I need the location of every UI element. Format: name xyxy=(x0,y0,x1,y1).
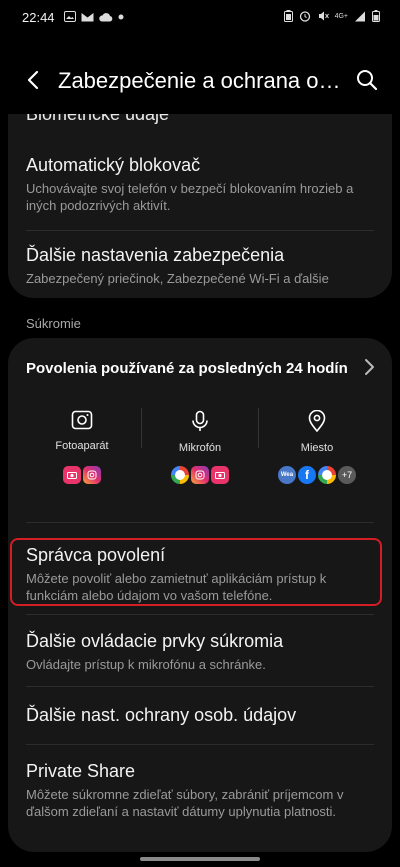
divider xyxy=(26,744,374,745)
status-bar: 22:44 4G+ xyxy=(0,0,400,34)
microphone-apps xyxy=(142,466,258,484)
item-subtitle: Môžete súkromne zdieľať súbory, zabrániť… xyxy=(26,787,344,819)
cloud-notification-icon xyxy=(99,12,113,21)
instagram-app-icon xyxy=(83,466,101,484)
battery-icon xyxy=(372,10,380,22)
item-subtitle: Ovládajte prístup k mikrofónu a schránke… xyxy=(26,657,266,672)
navigation-handle[interactable] xyxy=(140,857,260,861)
dot-notification-icon xyxy=(118,14,124,19)
item-title: Ďalšie nast. ochrany osob. údajov xyxy=(26,705,297,725)
permissions-used-24h-row[interactable]: Povolenia používané za posledných 24 hod… xyxy=(8,338,392,398)
section-header-privacy: Súkromie xyxy=(26,316,81,331)
permission-label: Miesto xyxy=(300,442,334,454)
location-apps: Wea f +7 xyxy=(259,466,375,484)
item-title: Ďalšie nastavenia zabezpečenia xyxy=(26,245,285,265)
app-bar: Zabezpečenie a ochrana osob... xyxy=(0,56,400,106)
camera-icon xyxy=(71,410,93,430)
item-title: Ďalšie ovládacie prvky súkromia xyxy=(26,631,284,651)
divider xyxy=(26,686,374,687)
google-app-icon xyxy=(318,466,336,484)
divider xyxy=(26,230,374,231)
divider xyxy=(26,522,374,523)
gmail-notification-icon xyxy=(81,12,94,21)
signal-icon xyxy=(355,11,365,21)
item-title: Private Share xyxy=(26,761,136,781)
permission-microphone[interactable]: Mikrofón xyxy=(142,410,258,454)
more-privacy-controls-item[interactable]: Ďalšie ovládacie prvky súkromia Ovládajt… xyxy=(26,630,376,673)
more-security-settings-item[interactable]: Ďalšie nastavenia zabezpečenia Zabezpeče… xyxy=(26,244,376,287)
security-card: Biometrické údaje Automatický blokovač U… xyxy=(8,114,392,298)
back-icon[interactable] xyxy=(22,68,46,92)
divider xyxy=(26,614,374,615)
permission-manager-item[interactable]: Správca povolení Môžete povoliť alebo za… xyxy=(26,544,376,604)
item-subtitle: Uchovávajte svoj telefón v bezpečí bloko… xyxy=(26,181,354,213)
private-share-item[interactable]: Private Share Môžete súkromne zdieľať sú… xyxy=(26,760,376,820)
more-privacy-settings-item[interactable]: Ďalšie nast. ochrany osob. údajov xyxy=(26,704,376,726)
permission-location[interactable]: Miesto xyxy=(259,410,375,454)
more-apps-count: +7 xyxy=(338,466,356,484)
microphone-icon xyxy=(192,410,208,431)
samsung-camera-app-icon xyxy=(63,466,81,484)
permission-camera[interactable]: Fotoaparát xyxy=(24,410,140,452)
status-time: 22:44 xyxy=(22,10,55,25)
chevron-right-icon xyxy=(365,359,374,375)
page-title: Zabezpečenie a ochrana osob... xyxy=(58,68,348,93)
alarm-icon xyxy=(299,11,310,22)
biometric-item-partial[interactable]: Biometrické údaje xyxy=(26,114,169,125)
location-icon xyxy=(308,410,326,432)
item-title: Správca povolení xyxy=(26,545,166,565)
samsung-camera-app-icon xyxy=(211,466,229,484)
google-app-icon xyxy=(171,466,189,484)
facebook-app-icon: f xyxy=(298,466,316,484)
permission-label: Fotoaparát xyxy=(55,440,109,452)
instagram-app-icon xyxy=(191,466,209,484)
permissions-used-title: Povolenia používané za posledných 24 hod… xyxy=(26,360,348,377)
item-subtitle: Zabezpečený priečinok, Zabezpečené Wi-Fi… xyxy=(26,271,329,286)
auto-blocker-item[interactable]: Automatický blokovač Uchovávajte svoj te… xyxy=(26,154,376,214)
search-icon[interactable] xyxy=(354,67,380,93)
camera-apps xyxy=(24,466,140,484)
item-subtitle: Môžete povoliť alebo zamietnuť aplikáciá… xyxy=(26,571,327,603)
item-title: Automatický blokovač xyxy=(26,155,201,175)
permission-label: Mikrofón xyxy=(178,442,222,454)
gallery-notification-icon xyxy=(64,11,76,22)
mute-icon xyxy=(318,11,329,21)
network-type-label: 4G+ xyxy=(334,12,348,20)
weather-app-icon: Wea xyxy=(278,466,296,484)
privacy-card: Povolenia používané za posledných 24 hod… xyxy=(8,338,392,852)
battery-saver-icon xyxy=(283,10,293,22)
